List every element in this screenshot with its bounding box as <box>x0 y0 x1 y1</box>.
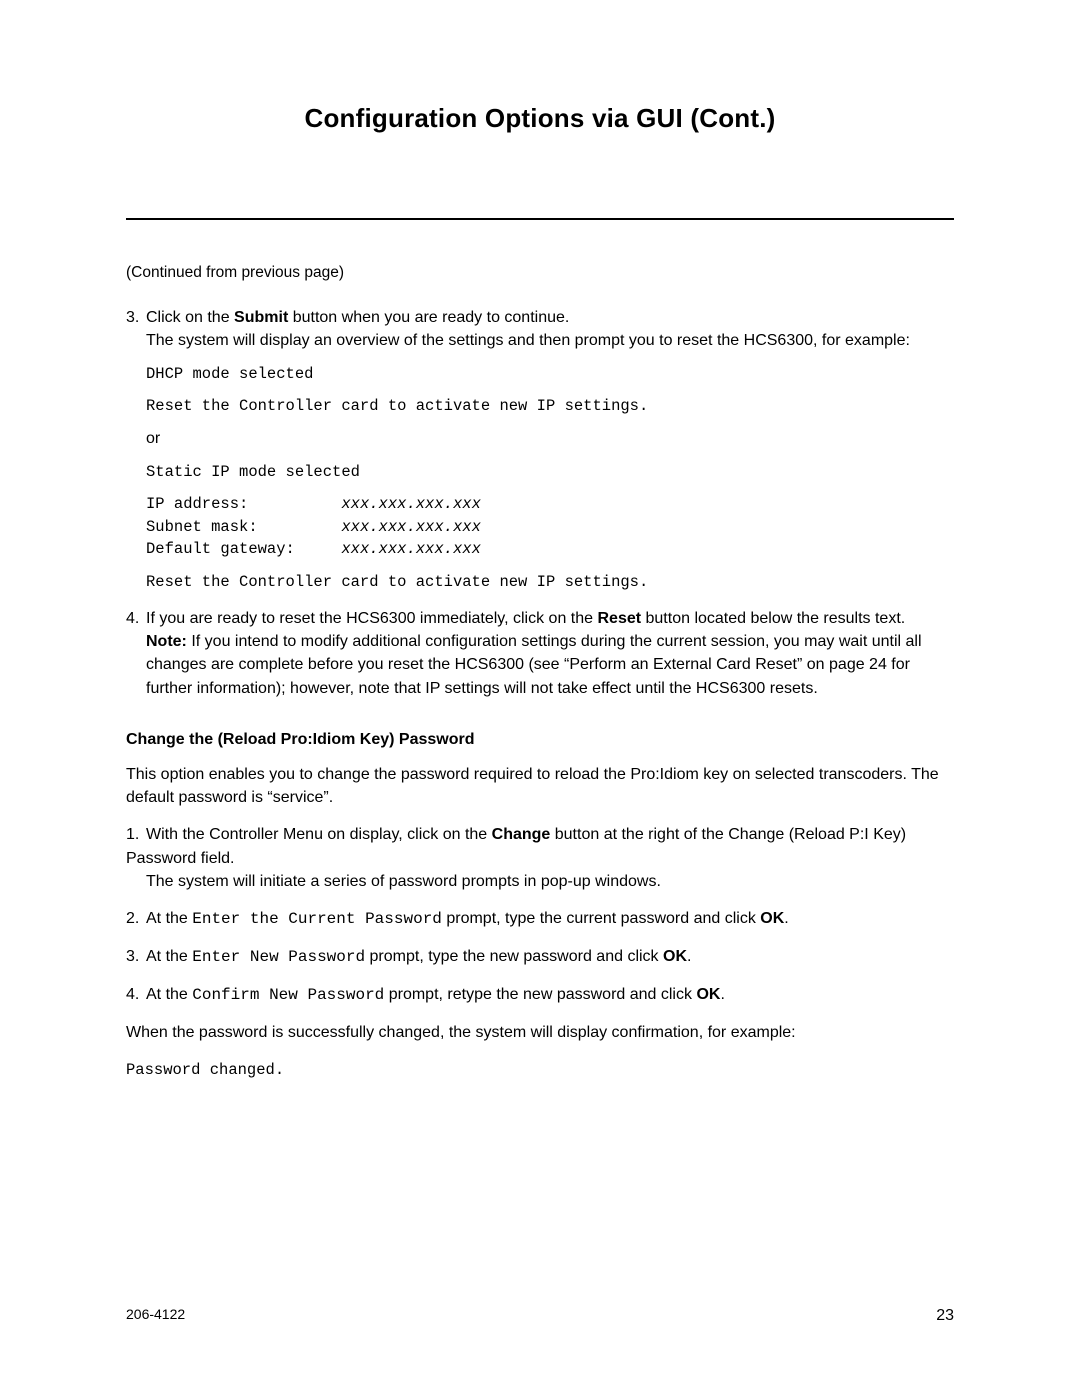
ok-word: OK <box>663 948 687 965</box>
code-static-1: Static IP mode selected <box>146 461 954 483</box>
s4-a: At the <box>146 986 192 1003</box>
steps-list-1: 3.Click on the Submit button when you ar… <box>126 306 954 700</box>
document-page: Configuration Options via GUI (Cont.) (C… <box>0 0 1080 1397</box>
or-label: or <box>146 427 954 450</box>
step3-text-a: Click on the <box>146 309 234 326</box>
step-number: 2. <box>126 907 146 930</box>
horizontal-rule <box>126 218 954 220</box>
step-4: 4.If you are ready to reset the HCS6300 … <box>126 607 954 700</box>
pw-step-4: 4.At the Confirm New Password prompt, re… <box>126 983 954 1007</box>
s4-code: Confirm New Password <box>192 986 384 1004</box>
page-footer: 206-4122 23 <box>126 1304 954 1327</box>
s2-b: prompt, type the current password and cl… <box>442 910 760 927</box>
s3-code: Enter New Password <box>192 948 365 966</box>
s4-b: prompt, retype the new password and clic… <box>384 986 696 1003</box>
reset-word: Reset <box>597 610 641 627</box>
s4-c: . <box>720 986 724 1003</box>
code-password-changed: Password changed. <box>126 1059 954 1081</box>
s1-a: With the Controller Menu on display, cli… <box>146 826 492 843</box>
step4-text-a: If you are ready to reset the HCS6300 im… <box>146 610 597 627</box>
pw-step-2: 2.At the Enter the Current Password prom… <box>126 907 954 931</box>
ok-word: OK <box>696 986 720 1003</box>
pw-step-3: 3.At the Enter New Password prompt, type… <box>126 945 954 969</box>
s1-body: The system will initiate a series of pas… <box>146 870 954 893</box>
section-heading: Change the (Reload Pro:Idiom Key) Passwo… <box>126 728 954 751</box>
outro: When the password is successfully change… <box>126 1021 954 1044</box>
step-number: 4. <box>126 983 146 1006</box>
step4-body: Note: If you intend to modify additional… <box>146 630 954 700</box>
code-dhcp-2: Reset the Controller card to activate ne… <box>146 395 954 417</box>
ip-value: xxx.xxx.xxx.xxx <box>341 495 481 513</box>
step4-note: Note: If you intend to modify additional… <box>146 630 954 700</box>
code-static-reset: Reset the Controller card to activate ne… <box>146 571 954 593</box>
step4-text-c: button located below the results text. <box>641 610 905 627</box>
code-static-gateway: Default gateway: xxx.xxx.xxx.xxx <box>146 538 954 560</box>
subnet-label: Subnet mask: <box>146 518 341 536</box>
submit-word: Submit <box>234 309 288 326</box>
step-number: 3. <box>126 306 146 329</box>
footer-left: 206-4122 <box>126 1306 185 1322</box>
code-static-subnet: Subnet mask: xxx.xxx.xxx.xxx <box>146 516 954 538</box>
steps-list-2: 1.With the Controller Menu on display, c… <box>126 823 954 1007</box>
s2-a: At the <box>146 910 192 927</box>
gateway-label: Default gateway: <box>146 540 341 558</box>
step-number: 1. <box>126 823 146 846</box>
step3-text-c: button when you are ready to continue. <box>288 309 569 326</box>
change-word: Change <box>492 826 551 843</box>
code-static-ip: IP address: xxx.xxx.xxx.xxx <box>146 493 954 515</box>
pw-step-1: 1.With the Controller Menu on display, c… <box>126 823 954 893</box>
footer-page-number: 23 <box>936 1304 954 1327</box>
s2-c: . <box>784 910 788 927</box>
s2-code: Enter the Current Password <box>192 910 442 928</box>
subnet-value: xxx.xxx.xxx.xxx <box>341 518 481 536</box>
continued-note: (Continued from previous page) <box>126 262 954 284</box>
s1-d: The system will initiate a series of pas… <box>146 870 954 893</box>
page-title: Configuration Options via GUI (Cont.) <box>126 100 954 138</box>
step-3: 3.Click on the Submit button when you ar… <box>126 306 954 593</box>
note-text: If you intend to modify additional confi… <box>146 633 922 696</box>
step3-desc: The system will display an overview of t… <box>146 329 954 352</box>
step-number: 4. <box>126 607 146 630</box>
step-number: 3. <box>126 945 146 968</box>
ip-label: IP address: <box>146 495 341 513</box>
section-intro: This option enables you to change the pa… <box>126 763 954 809</box>
s3-b: prompt, type the new password and click <box>365 948 663 965</box>
s3-c: . <box>687 948 691 965</box>
ok-word: OK <box>760 910 784 927</box>
note-label: Note: <box>146 633 187 650</box>
step3-body: The system will display an overview of t… <box>146 329 954 593</box>
s3-a: At the <box>146 948 192 965</box>
code-dhcp-1: DHCP mode selected <box>146 363 954 385</box>
gateway-value: xxx.xxx.xxx.xxx <box>341 540 481 558</box>
